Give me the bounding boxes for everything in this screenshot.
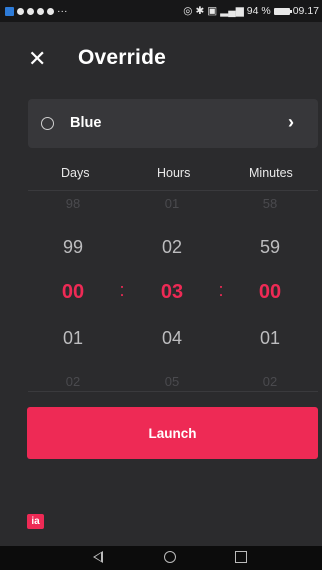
minutes-header: Minutes	[249, 166, 293, 180]
picker-top-divider	[28, 190, 318, 191]
wheel-value: 98	[65, 196, 81, 211]
status-icons-left: ···	[5, 5, 68, 17]
close-icon[interactable]: ✕	[28, 48, 46, 70]
system-nav-bar	[0, 546, 322, 570]
app-bar: ✕ Override	[0, 44, 322, 78]
wheel-value: 02	[161, 237, 183, 257]
notification-icon	[47, 7, 54, 15]
bluetooth-icon: ✱	[195, 5, 205, 17]
wheel-value: 99	[62, 237, 84, 257]
notification-icon	[27, 7, 34, 15]
status-icons-right: ◎ ✱ ▣ ▂▄▆ 94 % 09.17	[183, 5, 319, 17]
app-logo: ia	[27, 514, 44, 529]
wheel-value: 01	[62, 328, 84, 348]
wheel-value: 01	[259, 328, 281, 348]
hours-selected-value: 03	[160, 281, 184, 303]
clock: 09.17	[292, 5, 319, 17]
wheel-value: 04	[161, 328, 183, 348]
status-bar: ··· ◎ ✱ ▣ ▂▄▆ 94 % 09.17	[0, 0, 322, 22]
battery-percent: 94 %	[246, 5, 271, 17]
time-separator: :	[218, 280, 224, 300]
signal-icon: ▂▄▆	[220, 5, 244, 17]
wheel-value: 02	[65, 374, 81, 389]
wheel-value: 58	[262, 196, 278, 211]
notification-icon	[17, 7, 24, 15]
page-title: Override	[78, 46, 166, 69]
notification-app-icon	[5, 6, 14, 16]
recent-apps-icon[interactable]	[235, 551, 247, 563]
wheel-value: 59	[259, 237, 281, 257]
nfc-icon: ▣	[207, 5, 218, 17]
battery-icon	[273, 7, 292, 15]
color-selector[interactable]: Blue ›	[28, 99, 318, 148]
radio-button[interactable]	[41, 117, 54, 130]
notification-overflow: ···	[57, 5, 68, 17]
launch-button[interactable]: Launch	[27, 407, 318, 459]
picker-bottom-divider	[28, 391, 318, 392]
minutes-selected-value: 00	[258, 281, 282, 303]
hotspot-icon: ◎	[183, 5, 193, 17]
back-icon[interactable]	[93, 551, 103, 563]
chevron-right-icon: ›	[288, 112, 294, 132]
days-header: Days	[61, 166, 90, 180]
wheel-value: 01	[164, 196, 180, 211]
wheel-value: 02	[262, 374, 278, 389]
days-selected-value: 00	[61, 281, 85, 303]
wheel-value: 05	[164, 374, 180, 389]
selector-label: Blue	[70, 115, 102, 131]
time-separator: :	[119, 280, 125, 300]
home-icon[interactable]	[164, 551, 176, 563]
chat-icon	[37, 7, 44, 15]
hours-header: Hours	[157, 166, 191, 180]
